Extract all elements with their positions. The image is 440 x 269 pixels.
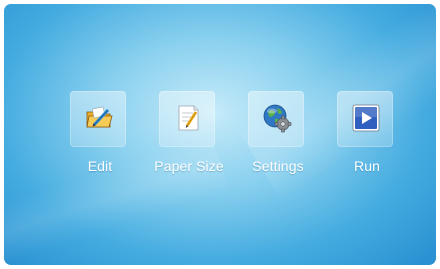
folder-pencil-icon — [86, 106, 113, 128]
main-screen: Edit Paper Size Settings Run — [4, 4, 436, 265]
edit-tile[interactable] — [70, 91, 126, 147]
paper-size-tile[interactable] — [159, 91, 215, 147]
menu-item-run[interactable]: Run — [322, 91, 412, 187]
document-pencil-icon — [178, 105, 199, 131]
play-icon — [352, 104, 380, 132]
menu-label-run: Run — [354, 158, 380, 174]
main-menu: Edit Paper Size Settings Run — [4, 91, 436, 192]
globe-gear-icon — [263, 104, 292, 133]
run-tile[interactable] — [337, 91, 393, 147]
settings-tile[interactable] — [248, 91, 304, 147]
